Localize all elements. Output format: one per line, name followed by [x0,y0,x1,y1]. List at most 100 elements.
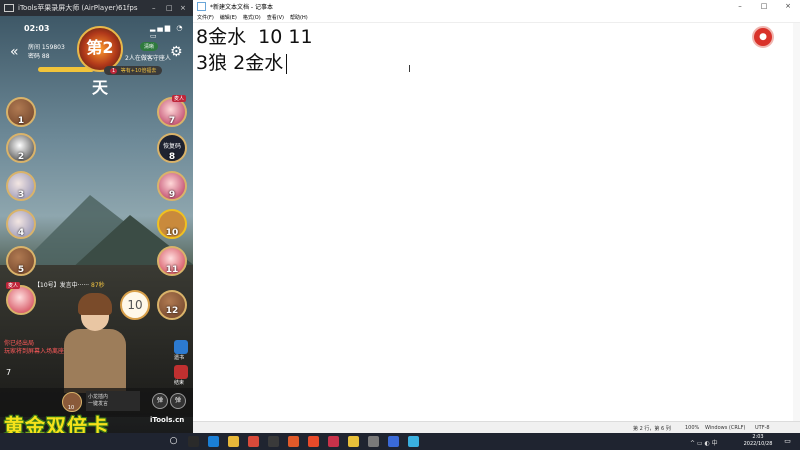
character-hair [78,293,112,315]
gear-icon[interactable]: ⚙ [170,44,183,60]
app-icon-orange[interactable] [288,436,299,447]
speaking-status: 【10号】发言中······ 87秒 [34,280,105,289]
room-number: 房间 159803 [28,44,65,51]
room-password: 密码 88 [28,53,50,60]
edge-icon[interactable] [208,436,219,447]
text-line-2: 3狼 2金水 [196,50,313,76]
speaker-number-bubble: 10 [120,290,150,320]
room-info: 房间 159803 密码 88 [28,43,65,61]
itools-watermark: iTools.cn [150,416,185,424]
system-tray[interactable]: ^ ▭ ◐ 中 [690,438,718,447]
app-icon-dark[interactable] [268,436,279,447]
phone-titlebar: iTools苹果录屏大师 (AirPlayer) 61fps – □ × [0,0,193,16]
line-ending: Windows (CRLF) [705,425,746,431]
seat-number: 9 [168,190,176,200]
reward-text: 等有+10倍福去 [120,68,157,74]
app-icon-notepad[interactable] [408,436,419,447]
barrage-button[interactable]: 弹 [170,393,186,409]
text-editor[interactable]: 8金水 10 11 3狼 2金水 [196,24,313,76]
eliminated-notice: 你已经出局 玩家将到屏幕入场离座 [4,340,65,355]
app-icon-grey[interactable] [368,436,379,447]
speak-card[interactable]: 小龙插内 一键发言 [86,391,140,411]
recovery-code-label: 恢复码 [162,143,181,150]
speak-card-title: 小龙插内 [88,394,109,400]
menu-bar: 文件(F) 编辑(E) 格式(O) 查看(V) 帮助(H) [193,12,800,23]
back-icon[interactable]: « [10,44,19,60]
seat-number: 2 [17,152,25,162]
app-icon-pink[interactable] [328,436,339,447]
maximize-button[interactable]: □ [166,4,173,12]
menu-view[interactable]: 查看(V) [267,14,284,21]
encoding: UTF-8 [755,425,770,431]
end-label: 结束 [174,380,185,386]
round-badge: 1 [110,68,118,74]
clock[interactable]: 2:03 2022/10/28 [740,434,776,448]
barrage-button[interactable]: 弹 [152,393,168,409]
app-icon [4,4,14,12]
record-icon[interactable]: ● [752,26,774,48]
phone-window-title: iTools苹果录屏大师 (AirPlayer) [18,4,119,12]
notepad-icon [197,1,206,11]
phone-mirror-window: iTools苹果录屏大师 (AirPlayer) 61fps – □ × 02:… [0,0,193,433]
seat-number: 11 [165,265,179,275]
close-button[interactable]: × [180,4,186,12]
will-icon[interactable] [174,340,188,354]
status-time: 02:03 [24,24,50,33]
app-icon-blue[interactable] [388,436,399,447]
will-label: 遗书 [174,355,185,361]
seat-number: 8 [168,152,176,162]
seat-number: 1 [17,116,25,126]
text-caret [286,53,288,74]
notification-icon[interactable]: ▭ [782,436,793,447]
text-line-1: 8金水 10 11 [196,26,313,48]
reward-pill: 1 等有+10倍福去 [104,66,163,75]
seat-number: 4 [17,228,25,238]
seat-number: 7 [168,116,176,126]
clock-date: 2022/10/28 [743,441,773,447]
notepad-title: *新建文本文档 - 记事本 [210,3,273,11]
text-line-2-content: 3狼 2金水 [196,52,284,74]
vertical-scrollbar[interactable] [793,23,800,421]
character-body [64,329,126,393]
seat-number: 5 [17,265,25,275]
fps-counter: 61fps [118,4,138,12]
file-explorer-icon[interactable] [228,436,239,447]
speaking-timer: 87秒 [91,282,105,289]
left-counter: 7 [6,368,12,377]
menu-help[interactable]: 帮助(H) [290,14,308,21]
quality-badge[interactable]: 清晰 [140,42,159,51]
speaking-label: 【10号】发言中······ [34,282,90,289]
menu-file[interactable]: 文件(F) [197,14,214,21]
guard-info: 2人在做客守座人 [125,55,171,62]
start-icon[interactable]: ○ [168,436,179,447]
task-view-icon[interactable] [188,436,199,447]
minimize-button[interactable]: – [728,0,752,12]
seat-number: 10 [165,228,179,238]
app-icon-fire[interactable] [308,436,319,447]
taskbar: ○ ^ ▭ ◐ 中 2:03 2022/10/28 ▭ [0,433,800,450]
app-icon-yellow[interactable] [348,436,359,447]
end-icon[interactable] [174,365,188,379]
zoom-level: 100% [685,425,700,431]
seat-number: 12 [165,306,179,316]
minimize-button[interactable]: – [152,4,156,12]
menu-format[interactable]: 格式(O) [243,14,261,21]
ibeam-cursor-icon: I [408,64,411,75]
notepad-window: *新建文本文档 - 记事本 – □ × 文件(F) 编辑(E) 格式(O) 查看… [193,0,800,434]
notepad-titlebar: *新建文本文档 - 记事本 [193,0,800,12]
seat-number: 3 [17,190,25,200]
clock-time: 2:03 [752,434,764,440]
maximize-button[interactable]: □ [752,0,776,12]
app-icon-red[interactable] [248,436,259,447]
status-tag: 麦人 [172,95,187,102]
close-button[interactable]: × [776,0,800,12]
status-icons: ▂▄▆ ◔ ▭ [150,24,185,40]
right-action-icons: 遗书 结束 [174,340,188,390]
speak-card-subtitle: 一键发言 [88,401,109,407]
status-tag: 麦人 [6,282,21,289]
menu-edit[interactable]: 编辑(E) [220,14,237,21]
cursor-position: 第 2 行，第 6 列 [633,426,671,432]
progress-bar [38,67,94,72]
player-seat-6[interactable] [6,285,36,315]
gold-double-card-banner: 黄金双倍卡 [4,414,109,433]
